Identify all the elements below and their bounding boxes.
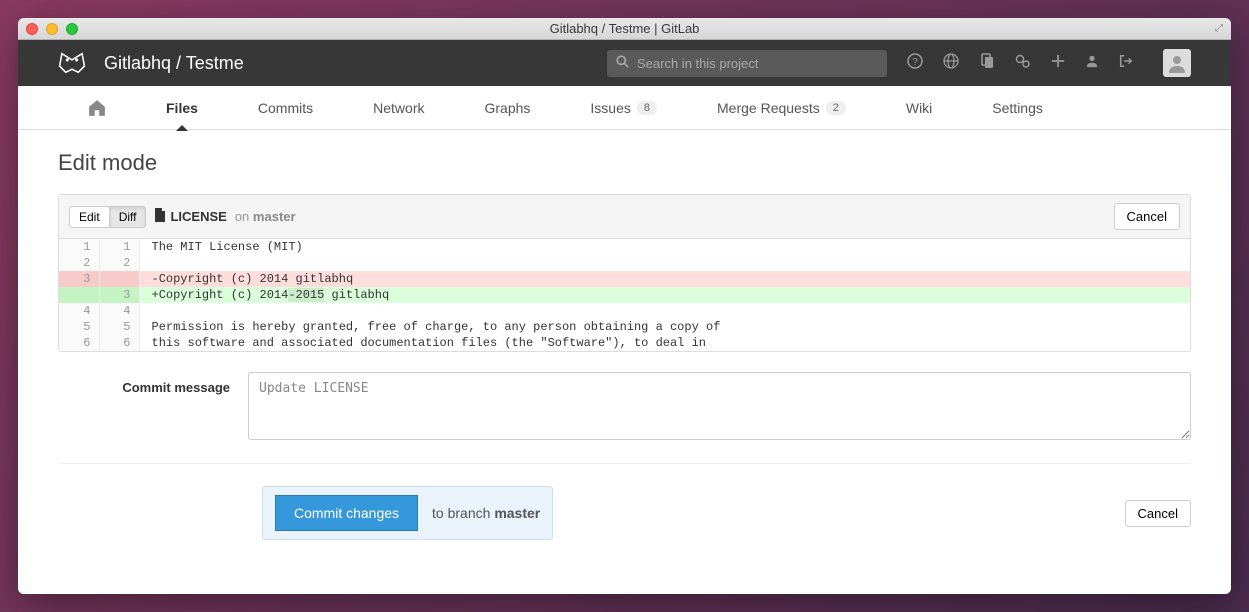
signout-icon[interactable] — [1119, 54, 1133, 72]
page-title: Edit mode — [58, 150, 1191, 176]
tab-graphs[interactable]: Graphs — [455, 86, 561, 130]
copy-icon[interactable] — [979, 53, 995, 73]
cancel-button-top[interactable]: Cancel — [1114, 203, 1180, 230]
on-branch-label: on master — [235, 209, 296, 224]
window-close-button[interactable] — [26, 23, 38, 35]
tab-merge-requests[interactable]: Merge Requests2 — [687, 86, 876, 130]
expand-icon[interactable]: ⤢ — [1215, 23, 1223, 34]
diff-row: 3+Copyright (c) 2014-2015 gitlabhq — [59, 287, 1190, 303]
diff-row: 66this software and associated documenta… — [59, 335, 1190, 351]
tab-issues[interactable]: Issues8 — [560, 86, 687, 130]
avatar[interactable] — [1163, 49, 1191, 77]
diff-row: 11The MIT License (MIT) — [59, 239, 1190, 255]
window-minimize-button[interactable] — [46, 23, 58, 35]
tab-network[interactable]: Network — [343, 86, 454, 130]
diff-panel: Edit Diff LICENSE on master Cancel 11The… — [58, 194, 1191, 352]
tab-settings[interactable]: Settings — [962, 86, 1073, 130]
diff-mode-button[interactable]: Diff — [110, 206, 147, 228]
diff-row: 22 — [59, 255, 1190, 271]
window-title: Gitlabhq / Testme | GitLab — [550, 21, 700, 36]
mr-count: 2 — [826, 101, 846, 115]
diff-row: 3-Copyright (c) 2014 gitlabhq — [59, 271, 1190, 287]
user-icon[interactable] — [1085, 54, 1099, 72]
file-icon — [154, 208, 166, 225]
edit-mode-button[interactable]: Edit — [69, 206, 110, 228]
diff-row: 55Permission is hereby granted, free of … — [59, 319, 1190, 335]
tab-wiki[interactable]: Wiki — [876, 86, 962, 130]
cancel-button-bottom[interactable]: Cancel — [1125, 500, 1191, 527]
window-titlebar: Gitlabhq / Testme | GitLab ⤢ — [18, 18, 1231, 40]
commit-changes-button[interactable]: Commit changes — [275, 495, 418, 531]
search-input[interactable] — [607, 50, 887, 77]
globe-icon[interactable] — [943, 53, 959, 73]
tab-files[interactable]: Files — [136, 86, 228, 130]
nav-tabs: Files Commits Network Graphs Issues8 Mer… — [18, 86, 1231, 130]
commit-message-input[interactable] — [248, 372, 1191, 440]
file-name: LICENSE — [170, 209, 226, 224]
tab-home[interactable] — [58, 86, 136, 130]
diff-row: 44 — [59, 303, 1190, 319]
issues-count: 8 — [637, 101, 657, 115]
plus-icon[interactable] — [1051, 54, 1065, 72]
help-icon[interactable]: ? — [907, 53, 923, 73]
breadcrumb[interactable]: Gitlabhq / Testme — [104, 53, 244, 74]
diff-table: 11The MIT License (MIT)223-Copyright (c)… — [59, 239, 1190, 351]
tab-commits[interactable]: Commits — [228, 86, 343, 130]
svg-text:?: ? — [912, 57, 918, 68]
to-branch-label: to branch master — [432, 505, 540, 521]
gears-icon[interactable] — [1015, 53, 1031, 73]
commit-message-label: Commit message — [58, 372, 248, 443]
search-icon — [616, 55, 629, 71]
logo[interactable] — [58, 49, 86, 77]
topbar: Gitlabhq / Testme ? — [18, 40, 1231, 86]
window-zoom-button[interactable] — [66, 23, 78, 35]
